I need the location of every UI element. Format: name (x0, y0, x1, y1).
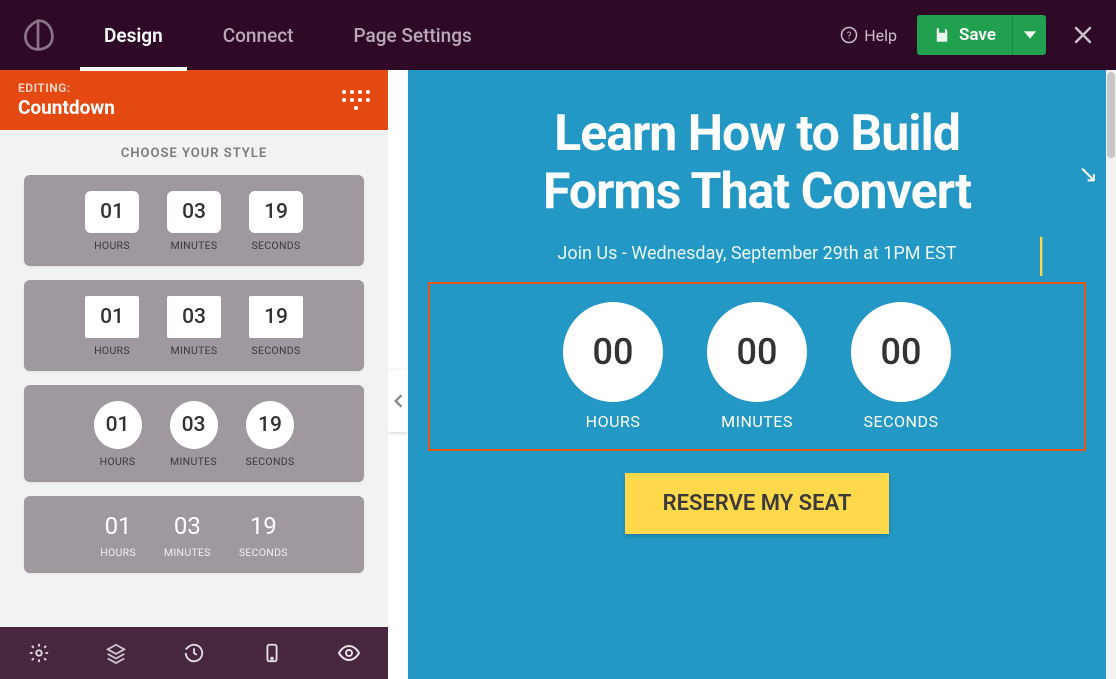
chevron-down-icon (1024, 29, 1036, 41)
style1-hours-value: 01 (85, 191, 139, 233)
editing-title: Countdown (18, 96, 115, 119)
collapse-sidebar-button[interactable] (388, 370, 408, 432)
style4-seconds-value: 19 (250, 512, 277, 540)
style2-minutes-value: 03 (167, 296, 221, 338)
tab-connect[interactable]: Connect (217, 0, 300, 70)
style-option-3[interactable]: 01 HOURS 03 MINUTES 19 SECONDS (24, 385, 364, 482)
style3-minutes-value: 03 (170, 401, 218, 449)
countdown-seconds-value: 00 (851, 302, 951, 402)
canvas-area: Learn How to Build Forms That Convert | … (388, 70, 1116, 679)
help-icon: ? (840, 26, 858, 44)
chevron-left-icon (393, 394, 403, 408)
style3-minutes-label: MINUTES (170, 455, 217, 468)
countdown-seconds-label: SECONDS (864, 412, 939, 431)
save-label: Save (959, 25, 996, 45)
style3-seconds-value: 19 (246, 401, 294, 449)
editing-label: EDITING: (18, 81, 115, 95)
history-icon[interactable] (182, 641, 206, 665)
layers-icon[interactable] (104, 641, 128, 665)
text-cursor-icon: | (1036, 228, 1046, 282)
countdown-element[interactable]: 00 HOURS 00 MINUTES 00 SECONDS (428, 282, 1086, 451)
help-link[interactable]: ? Help (840, 26, 897, 45)
page-subhead[interactable]: Join Us - Wednesday, September 29th at 1… (557, 243, 956, 264)
preview-icon[interactable] (337, 641, 361, 665)
headline-line-1: Learn How to Build (554, 105, 960, 163)
top-nav: Design Connect Page Settings ? Help Save (0, 0, 1116, 70)
save-icon (933, 26, 951, 44)
tab-page-settings[interactable]: Page Settings (348, 0, 478, 70)
style2-hours-label: HOURS (94, 344, 130, 357)
logo-icon (18, 15, 58, 55)
style2-hours-value: 01 (85, 296, 139, 338)
cta-button[interactable]: RESERVE MY SEAT (625, 473, 890, 534)
canvas-scrollbar[interactable] (1106, 70, 1116, 679)
countdown-hours-label: HOURS (586, 412, 641, 431)
drag-handle-icon[interactable] (342, 86, 370, 114)
countdown-hours-value: 00 (563, 302, 663, 402)
style-option-2[interactable]: 01 HOURS 03 MINUTES 19 SECONDS (24, 280, 364, 371)
style2-minutes-label: MINUTES (171, 344, 218, 357)
style1-hours-label: HOURS (94, 239, 130, 252)
tab-design[interactable]: Design (98, 0, 169, 70)
svg-text:?: ? (847, 31, 852, 42)
countdown-minutes-label: MINUTES (721, 412, 793, 431)
style4-minutes-label: MINUTES (164, 546, 211, 559)
save-button-group: Save (917, 15, 1046, 55)
editing-header: EDITING: Countdown (0, 70, 388, 130)
style3-hours-value: 01 (94, 401, 142, 449)
style1-minutes-value: 03 (167, 191, 221, 233)
left-sidebar: EDITING: Countdown CHOOSE YOUR STYLE 01 H… (0, 70, 388, 679)
style-list: CHOOSE YOUR STYLE 01 HOURS 03 MINUTES 19 SE… (0, 130, 388, 627)
page-preview[interactable]: Learn How to Build Forms That Convert | … (408, 70, 1106, 679)
style1-minutes-label: MINUTES (171, 239, 218, 252)
style4-hours-label: HOURS (100, 546, 136, 559)
style1-seconds-value: 19 (249, 191, 303, 233)
style2-seconds-label: SECONDS (252, 344, 301, 357)
close-icon (1073, 25, 1093, 45)
settings-icon[interactable] (27, 641, 51, 665)
style-option-1[interactable]: 01 HOURS 03 MINUTES 19 SECONDS (24, 175, 364, 266)
style2-seconds-value: 19 (249, 296, 303, 338)
page-headline[interactable]: Learn How to Build Forms That Convert (543, 106, 971, 221)
style-option-4[interactable]: 01 HOURS 03 MINUTES 19 SECONDS (24, 496, 364, 573)
style1-seconds-label: SECONDS (252, 239, 301, 252)
tool-strip (0, 627, 388, 679)
close-button[interactable] (1068, 19, 1098, 52)
cursor-pointer-icon: ↘ (1078, 160, 1098, 188)
style3-hours-label: HOURS (100, 455, 136, 468)
headline-line-2: Forms That Convert (543, 163, 971, 221)
countdown-minutes-value: 00 (707, 302, 807, 402)
save-dropdown[interactable] (1012, 15, 1046, 55)
tab-list: Design Connect Page Settings (98, 0, 478, 70)
style4-minutes-value: 03 (174, 512, 201, 540)
choose-style-heading: CHOOSE YOUR STYLE (24, 146, 364, 161)
style4-hours-value: 01 (105, 512, 132, 540)
style4-seconds-label: SECONDS (239, 546, 288, 559)
help-label: Help (864, 26, 897, 45)
save-button[interactable]: Save (917, 15, 1012, 55)
style3-seconds-label: SECONDS (246, 455, 295, 468)
scrollbar-thumb[interactable] (1107, 72, 1115, 158)
mobile-icon[interactable] (260, 641, 284, 665)
